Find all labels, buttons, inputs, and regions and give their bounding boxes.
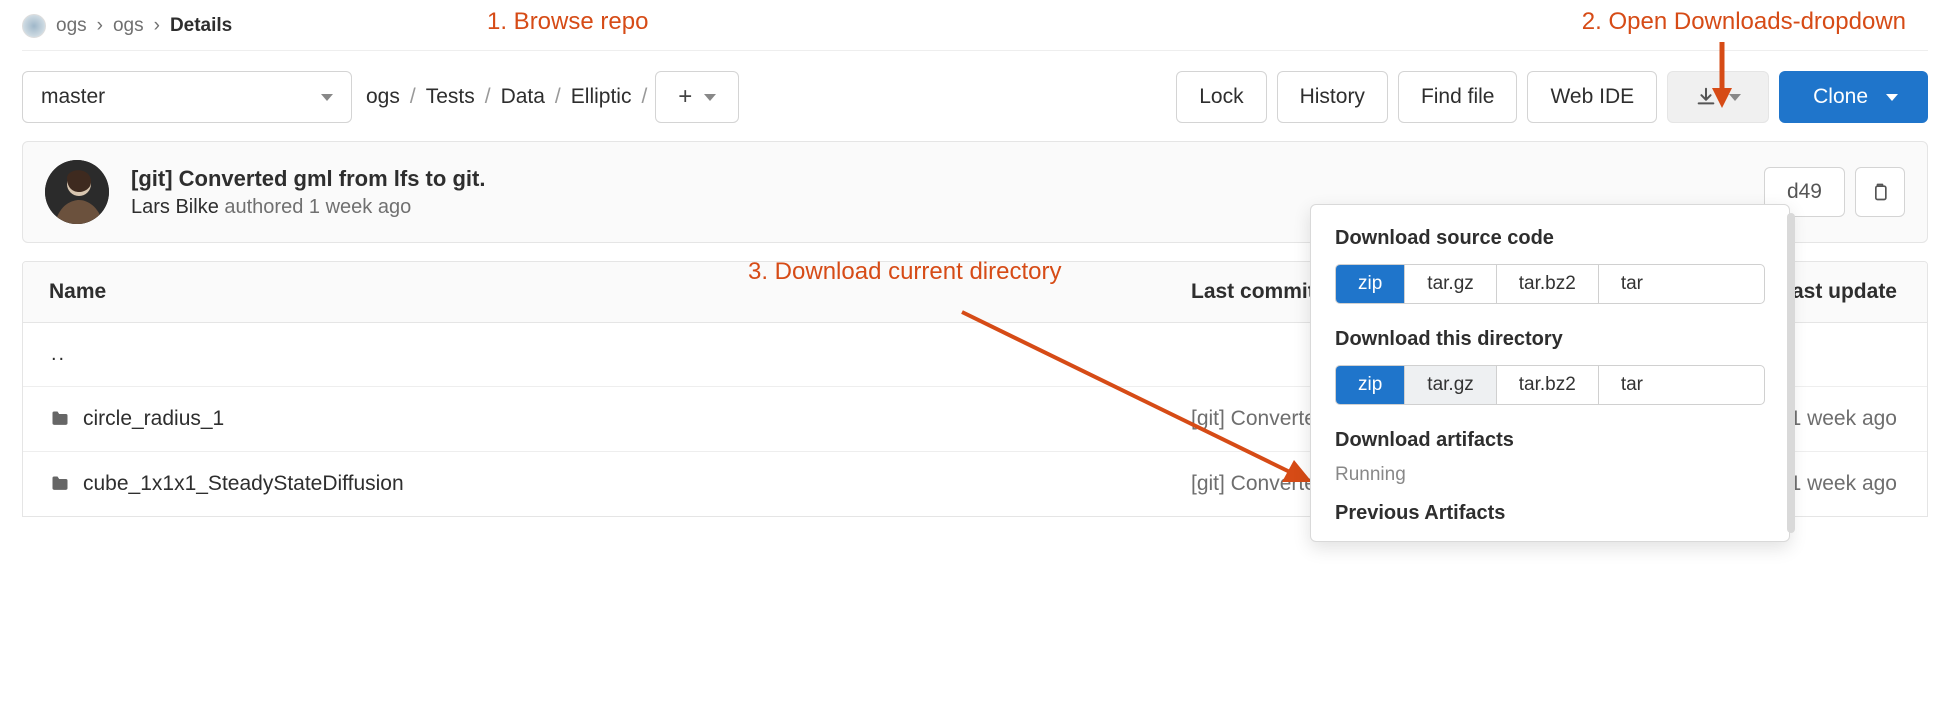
add-file-button[interactable]: + [655,71,739,123]
download-tarbz2[interactable]: tar.bz2 [1497,265,1599,303]
chevron-down-icon [704,94,716,101]
find-file-button[interactable]: Find file [1398,71,1518,123]
breadcrumb-item[interactable]: ogs [113,15,144,37]
slash-icon: / [641,85,647,109]
breadcrumb-item[interactable]: ogs [56,15,87,37]
folder-icon [49,409,71,429]
dropdown-section-title: Download this directory [1335,328,1765,351]
commit-byline: Lars Bilke authored 1 week ago [131,196,485,219]
chevron-down-icon [1729,94,1741,101]
project-breadcrumb: ogs › ogs › Details 1. Browse repo 2. Op… [22,10,1928,51]
download-dir-tar[interactable]: tar [1599,366,1665,404]
repo-toolbar: master ogs / Tests / Data / Elliptic / +… [22,51,1928,141]
download-dir-zip[interactable]: zip [1336,366,1405,404]
lock-button[interactable]: Lock [1176,71,1266,123]
path-segment[interactable]: Tests [426,85,475,109]
download-dir-targz[interactable]: tar.gz [1405,366,1496,404]
project-avatar-icon [22,14,46,38]
clone-button[interactable]: Clone [1779,71,1928,123]
artifacts-running-label: Running [1335,464,1765,486]
author-avatar-icon [45,160,109,224]
download-dropdown-button[interactable] [1667,71,1769,123]
chevron-right-icon: › [97,15,103,37]
download-zip[interactable]: zip [1336,265,1405,303]
commit-author[interactable]: Lars Bilke [131,196,219,218]
path-segment[interactable]: ogs [366,85,400,109]
clipboard-icon [1870,181,1890,203]
clone-label: Clone [1813,85,1868,109]
commit-time: 1 week ago [309,196,411,218]
commit-message[interactable]: [git] Converted gml from lfs to git. [131,166,485,192]
file-name[interactable]: cube_1x1x1_SteadyStateDiffusion [83,472,404,496]
path-breadcrumb: ogs / Tests / Data / Elliptic / [360,85,647,109]
breadcrumb-item-current: Details [170,15,232,37]
history-button[interactable]: History [1277,71,1388,123]
slash-icon: / [410,85,416,109]
file-name[interactable]: circle_radius_1 [83,407,224,431]
folder-icon [49,474,71,494]
annotation-text: 1. Browse repo [487,8,648,36]
path-segment[interactable]: Elliptic [571,85,632,109]
commit-verb: authored [224,196,303,218]
col-name: Name [49,280,1191,304]
slash-icon: / [555,85,561,109]
annotation-text: 2. Open Downloads-dropdown [1582,8,1906,36]
slash-icon: / [485,85,491,109]
parent-dir-link[interactable]: .. [49,343,66,366]
copy-sha-button[interactable] [1855,167,1905,217]
path-segment[interactable]: Data [501,85,545,109]
chevron-right-icon: › [154,15,160,37]
download-dir-tarbz2[interactable]: tar.bz2 [1497,366,1599,404]
branch-name: master [41,85,105,109]
download-directory-formats: zip tar.gz tar.bz2 tar [1335,365,1765,405]
chevron-down-icon [1886,94,1898,101]
dropdown-section-title: Download artifacts [1335,429,1765,452]
download-dropdown: Download source code zip tar.gz tar.bz2 … [1310,204,1790,542]
dropdown-section-title: Previous Artifacts [1335,502,1765,525]
plus-icon: + [678,83,692,111]
dropdown-section-title: Download source code [1335,227,1765,250]
download-icon [1695,86,1717,108]
chevron-down-icon [321,94,333,101]
download-targz[interactable]: tar.gz [1405,265,1496,303]
download-tar[interactable]: tar [1599,265,1665,303]
web-ide-button[interactable]: Web IDE [1527,71,1657,123]
download-source-formats: zip tar.gz tar.bz2 tar [1335,264,1765,304]
branch-selector[interactable]: master [22,71,352,123]
